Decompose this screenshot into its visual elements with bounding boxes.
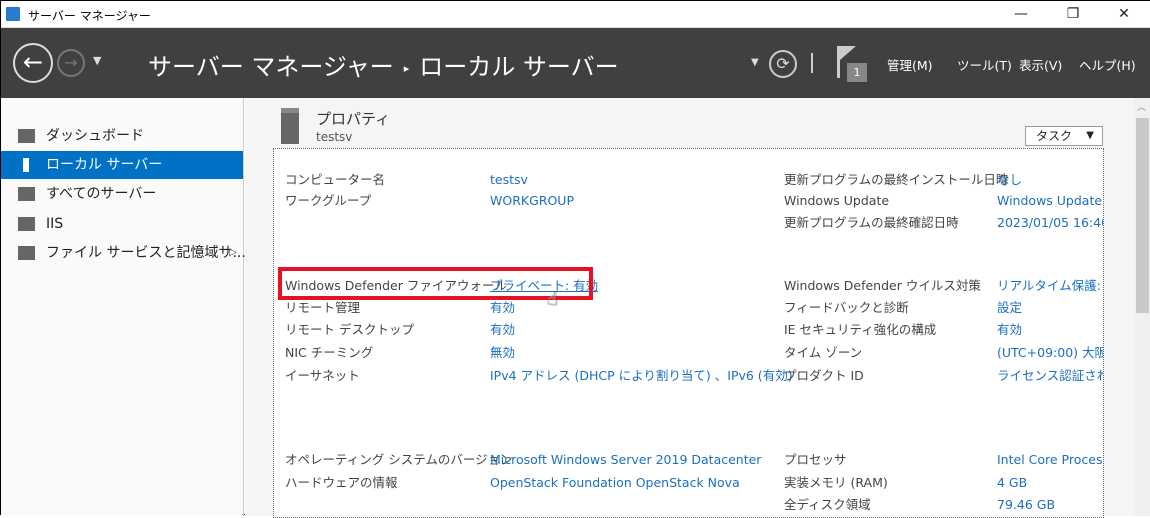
property-value-link[interactable]: Microsoft Windows Server 2019 Datacenter xyxy=(490,449,761,471)
property-label: オペレーティング システムのバージョン xyxy=(285,452,513,467)
back-button[interactable]: ← xyxy=(13,43,53,83)
properties-panel: コンピューター名 testsv ワークグループ WORKGROUP Windows De… xyxy=(273,148,1104,518)
property-label: ハードウェアの情報 xyxy=(285,475,398,490)
breadcrumb-dropdown-icon[interactable]: ▼ xyxy=(751,57,759,68)
iis-icon xyxy=(18,217,35,231)
submenu-arrow-icon: ▷ xyxy=(229,247,237,258)
breadcrumb-current: ローカル サーバー xyxy=(419,53,619,81)
sidebar-item-all-servers[interactable]: すべてのサーバー xyxy=(1,180,243,208)
property-value-link[interactable]: IPv4 アドレス (DHCP により割り当て) 、IPv6 (有効) xyxy=(490,365,793,387)
property-label: NIC チーミング xyxy=(285,345,374,360)
property-value-link[interactable]: ライセンス認証されて xyxy=(997,365,1103,387)
property-label: 更新プログラムの最終確認日時 xyxy=(784,215,959,230)
chevron-down-icon: ▼ xyxy=(1086,130,1094,141)
property-label: プロセッサ xyxy=(784,452,847,467)
property-value-link[interactable]: 有効 xyxy=(490,297,515,319)
property-value-link[interactable]: 無効 xyxy=(490,342,515,364)
property-label: 実装メモリ (RAM) xyxy=(784,475,888,490)
highlight-box xyxy=(278,267,593,300)
breadcrumb-separator-icon: ▸ xyxy=(403,61,410,75)
menu-view[interactable]: 表示(V) xyxy=(1019,55,1062,74)
property-value-link[interactable]: 2023/01/05 16:40 xyxy=(997,212,1103,234)
property-value-link[interactable]: Windows Update xyxy=(997,190,1102,212)
minimize-button[interactable]: — xyxy=(1006,4,1036,24)
menu-help[interactable]: ヘルプ(H) xyxy=(1079,55,1136,74)
property-value-link[interactable]: 79.46 GB xyxy=(997,494,1055,516)
property-label: プロダクト ID xyxy=(784,368,864,383)
property-value-link[interactable]: OpenStack Foundation OpenStack Nova xyxy=(490,472,740,494)
property-value-link[interactable]: 有効 xyxy=(490,319,515,341)
menu-manage[interactable]: 管理(M) xyxy=(887,55,933,74)
history-dropdown-icon[interactable]: ▼ xyxy=(93,54,101,67)
tasks-dropdown[interactable]: タスク ▼ xyxy=(1025,126,1103,146)
server-manager-icon xyxy=(6,7,20,21)
server-icon xyxy=(281,108,299,144)
property-label: フィードバックと診断 xyxy=(784,300,909,315)
property-value-link[interactable]: なし xyxy=(997,169,1022,191)
sidebar-item-iis[interactable]: IIS xyxy=(1,210,243,238)
properties-title: プロパティ xyxy=(316,110,391,128)
hand-cursor-icon: ☝ xyxy=(547,289,558,310)
property-value-link[interactable]: Intel Core Process xyxy=(997,449,1103,471)
property-label: 全ディスク領域 xyxy=(784,497,871,512)
vertical-scrollbar[interactable]: ︿ xyxy=(1134,98,1150,516)
scroll-up-icon[interactable]: ︿ xyxy=(1137,100,1146,113)
close-button[interactable]: ✕ xyxy=(1109,4,1139,24)
property-label: Windows Defender ウイルス対策 xyxy=(784,278,981,293)
property-label: リモート管理 xyxy=(285,300,361,315)
header-bar: ← → ▼ サーバー マネージャー ▸ ローカル サーバー ▼ ⟳ 1 管理(M) … xyxy=(1,28,1150,98)
title-bar: サーバー マネージャー — ❐ ✕ xyxy=(1,1,1150,28)
property-label: Windows Update xyxy=(784,193,890,208)
divider xyxy=(811,53,813,73)
property-value-link[interactable]: リアルタイム保護: オ xyxy=(997,275,1103,297)
property-value-link[interactable]: testsv xyxy=(490,169,528,191)
property-label: イーサネット xyxy=(285,368,360,383)
refresh-icon[interactable]: ⟳ xyxy=(769,50,797,78)
breadcrumb: サーバー マネージャー ▸ ローカル サーバー xyxy=(148,47,619,82)
property-label: コンピューター名 xyxy=(285,172,386,187)
all-servers-icon xyxy=(18,187,35,201)
property-label: IE セキュリティ強化の構成 xyxy=(784,322,937,337)
menu-tools[interactable]: ツール(T) xyxy=(957,55,1012,74)
window-title: サーバー マネージャー xyxy=(28,9,151,23)
sidebar: ダッシュボード ローカル サーバー すべてのサーバー IIS ファイル サービス… xyxy=(1,98,246,516)
notifications-flag-icon[interactable]: 1 xyxy=(837,46,867,82)
notification-count-badge: 1 xyxy=(847,63,867,82)
property-label: リモート デスクトップ xyxy=(285,322,414,337)
property-label: 更新プログラムの最終インストール日時 xyxy=(784,172,1009,187)
restore-button[interactable]: ❐ xyxy=(1058,4,1088,24)
property-value-link[interactable]: WORKGROUP xyxy=(490,190,574,212)
sidebar-item-local-server[interactable]: ローカル サーバー xyxy=(1,151,243,179)
property-label: ワークグループ xyxy=(285,193,372,208)
property-label: タイム ゾーン xyxy=(784,345,863,360)
sidebar-item-dashboard[interactable]: ダッシュボード xyxy=(1,122,243,150)
scroll-thumb[interactable] xyxy=(1136,118,1149,313)
dashboard-icon xyxy=(18,129,35,143)
property-value-link[interactable]: (UTC+09:00) 大阪 xyxy=(997,342,1103,364)
forward-button[interactable]: → xyxy=(57,49,85,77)
property-value-link[interactable]: 設定 xyxy=(997,297,1022,319)
breadcrumb-root[interactable]: サーバー マネージャー xyxy=(148,53,394,81)
file-services-icon xyxy=(18,246,35,260)
local-server-icon xyxy=(23,158,29,172)
property-value-link[interactable]: 4 GB xyxy=(997,472,1027,494)
sidebar-item-file-services[interactable]: ファイル サービスと記憶域サ... ▷ xyxy=(1,239,246,267)
properties-server-name: testsv xyxy=(316,130,353,144)
property-value-link[interactable]: 有効 xyxy=(997,319,1022,341)
